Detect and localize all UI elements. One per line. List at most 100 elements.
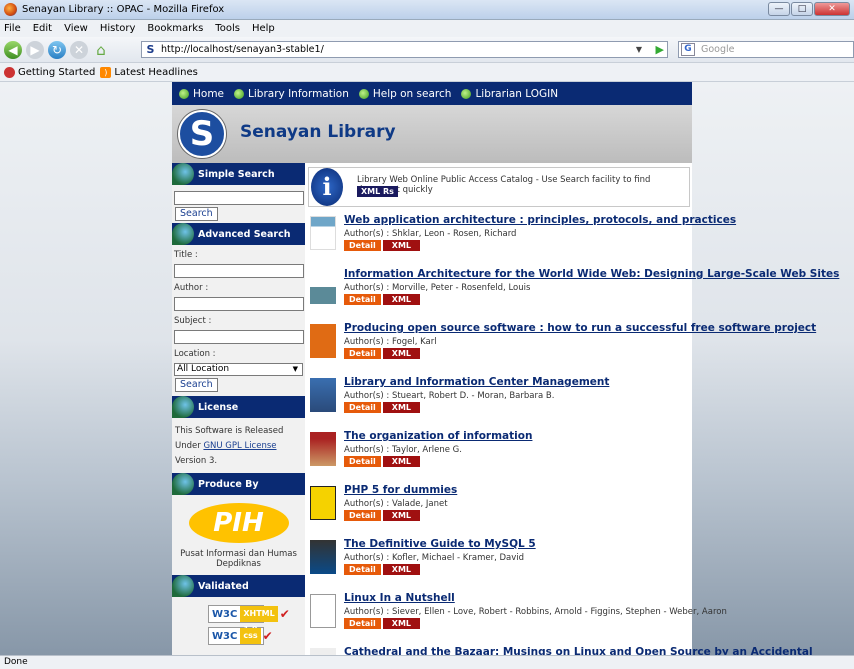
xml-button[interactable]: XML (382, 456, 421, 467)
xml-button[interactable]: XML (382, 510, 421, 521)
xml-button[interactable]: XML (382, 618, 421, 629)
list-item: Linux In a Nutshell Author(s) : Siever, … (308, 589, 727, 643)
book-authors: Author(s) : Siever, Ellen - Love, Robert… (344, 607, 727, 617)
maximize-icon[interactable]: □ (791, 2, 813, 16)
book-title-link[interactable]: Linux In a Nutshell (344, 592, 455, 604)
xml-rss-button[interactable]: XML Rs (357, 186, 398, 197)
nav-help-on-search[interactable]: Help on search (358, 88, 451, 100)
back-icon[interactable]: ◀ (4, 40, 22, 59)
menu-help[interactable]: Help (252, 23, 275, 34)
home-icon[interactable]: ⌂ (92, 41, 110, 59)
detail-button[interactable]: Detail (344, 402, 381, 413)
gnu-gpl-link[interactable]: GNU GPL License (203, 441, 276, 451)
simple-search-input[interactable] (174, 191, 304, 205)
book-authors: Author(s) : Fogel, Karl (344, 337, 437, 347)
arrow-icon (179, 88, 189, 99)
nav-library-information[interactable]: Library Information (234, 88, 349, 100)
search-box[interactable]: G Google (678, 41, 854, 58)
reload-icon[interactable]: ↻ (48, 40, 66, 59)
author-input[interactable] (174, 297, 304, 311)
location-select[interactable]: All Location ▼ (174, 363, 303, 376)
menu-edit[interactable]: Edit (33, 23, 52, 34)
url-dropdown-icon[interactable]: ▼ (633, 42, 645, 57)
book-title-link[interactable]: Producing open source software : how to … (344, 322, 816, 334)
list-item: Cathedral and the Bazaar: Musings on Lin… (308, 643, 813, 655)
stop-icon[interactable]: ✕ (70, 40, 88, 59)
book-title-link[interactable]: Information Architecture for the World W… (344, 268, 839, 280)
book-authors: Author(s) : Shklar, Leon - Rosen, Richar… (344, 229, 517, 239)
forward-icon[interactable]: ▶ (26, 40, 44, 59)
book-authors: Author(s) : Taylor, Arlene G. (344, 445, 462, 455)
title-input[interactable] (174, 264, 304, 278)
book-cover[interactable] (310, 594, 336, 628)
window-controls: — □ ✕ (768, 2, 850, 16)
book-cover[interactable] (310, 648, 336, 655)
book-title-link[interactable]: Web application architecture : principle… (344, 214, 736, 226)
detail-button[interactable]: Detail (344, 348, 381, 359)
close-icon[interactable]: ✕ (814, 2, 850, 16)
subject-input[interactable] (174, 330, 304, 344)
subject-label: Subject : (174, 316, 212, 326)
simple-search-button[interactable]: Search (175, 207, 218, 221)
book-cover[interactable] (310, 486, 336, 520)
book-cover[interactable] (310, 378, 336, 412)
nav-librarian-login[interactable]: Librarian LOGIN (461, 88, 558, 100)
book-cover[interactable] (310, 432, 336, 466)
book-cover[interactable] (310, 540, 336, 574)
main-content: i Library Web Online Public Access Catal… (308, 167, 839, 655)
w3c-xhtml-badge[interactable]: W3CXHTML 1.0✔ (208, 605, 290, 634)
list-item: PHP 5 for dummies Author(s) : Valade, Ja… (308, 481, 692, 535)
book-cover[interactable] (310, 270, 336, 304)
menu-history[interactable]: History (100, 23, 136, 34)
license-text: This Software is Released Under GNU GPL … (175, 426, 284, 466)
check-icon: ✔ (262, 629, 273, 643)
book-title-link[interactable]: Cathedral and the Bazaar: Musings on Lin… (344, 646, 813, 655)
info-box: i Library Web Online Public Access Catal… (308, 167, 690, 207)
site-favicon: S (146, 42, 155, 56)
nav-home[interactable]: Home (179, 88, 224, 100)
google-icon[interactable]: G (681, 43, 695, 56)
chevron-down-icon: ▼ (292, 365, 298, 373)
menu-view[interactable]: View (64, 23, 88, 34)
info-text: Library Web Online Public Access Catalog… (357, 175, 651, 195)
go-icon[interactable]: ▶ (656, 43, 664, 56)
window-titlebar: Senayan Library :: OPAC - Mozilla Firefo… (0, 0, 854, 20)
sidebar: Simple Search Search Advanced Search Tit… (172, 163, 305, 655)
bookmark-getting-started[interactable]: Getting Started (4, 66, 95, 78)
book-title-link[interactable]: PHP 5 for dummies (344, 484, 457, 496)
xml-button[interactable]: XML (382, 348, 421, 359)
detail-button[interactable]: Detail (344, 240, 381, 251)
menu-file[interactable]: File (4, 23, 21, 34)
book-cover[interactable] (310, 324, 336, 358)
detail-button[interactable]: Detail (344, 510, 381, 521)
xml-button[interactable]: XML (382, 294, 421, 305)
arrow-icon (358, 88, 369, 99)
bookmark-latest-headlines[interactable]: ) Latest Headlines (100, 66, 198, 78)
detail-button[interactable]: Detail (344, 564, 381, 575)
site-name: Senayan Library (240, 122, 396, 142)
pih-logo[interactable]: PIH (188, 503, 289, 543)
xml-button[interactable]: XML (382, 240, 421, 251)
window-title: Senayan Library :: OPAC - Mozilla Firefo… (22, 4, 225, 15)
book-cover[interactable] (310, 216, 336, 250)
minimize-icon[interactable]: — (768, 2, 790, 16)
simple-search-heading: Simple Search (172, 163, 305, 185)
menu-bookmarks[interactable]: Bookmarks (147, 23, 203, 34)
advanced-search-heading: Advanced Search (172, 223, 305, 245)
xml-button[interactable]: XML (382, 402, 421, 413)
search-placeholder: Google (701, 44, 735, 55)
xml-button[interactable]: XML (382, 564, 421, 575)
url-bar[interactable]: S http://localhost/senayan3-stable1/ ▼ ▶ (141, 41, 668, 58)
detail-button[interactable]: Detail (344, 456, 381, 467)
menu-tools[interactable]: Tools (215, 23, 240, 34)
book-title-link[interactable]: Library and Information Center Managemen… (344, 376, 609, 388)
site-banner: S Senayan Library (172, 105, 692, 163)
detail-button[interactable]: Detail (344, 618, 381, 629)
detail-button[interactable]: Detail (344, 294, 381, 305)
list-item: Producing open source software : how to … (308, 319, 816, 373)
advanced-search-button[interactable]: Search (175, 378, 218, 392)
globe-icon (172, 163, 194, 185)
book-title-link[interactable]: The organization of information (344, 430, 532, 442)
w3c-css-badge[interactable]: W3C css ✔ (208, 627, 273, 645)
book-title-link[interactable]: The Definitive Guide to MySQL 5 (344, 538, 536, 550)
